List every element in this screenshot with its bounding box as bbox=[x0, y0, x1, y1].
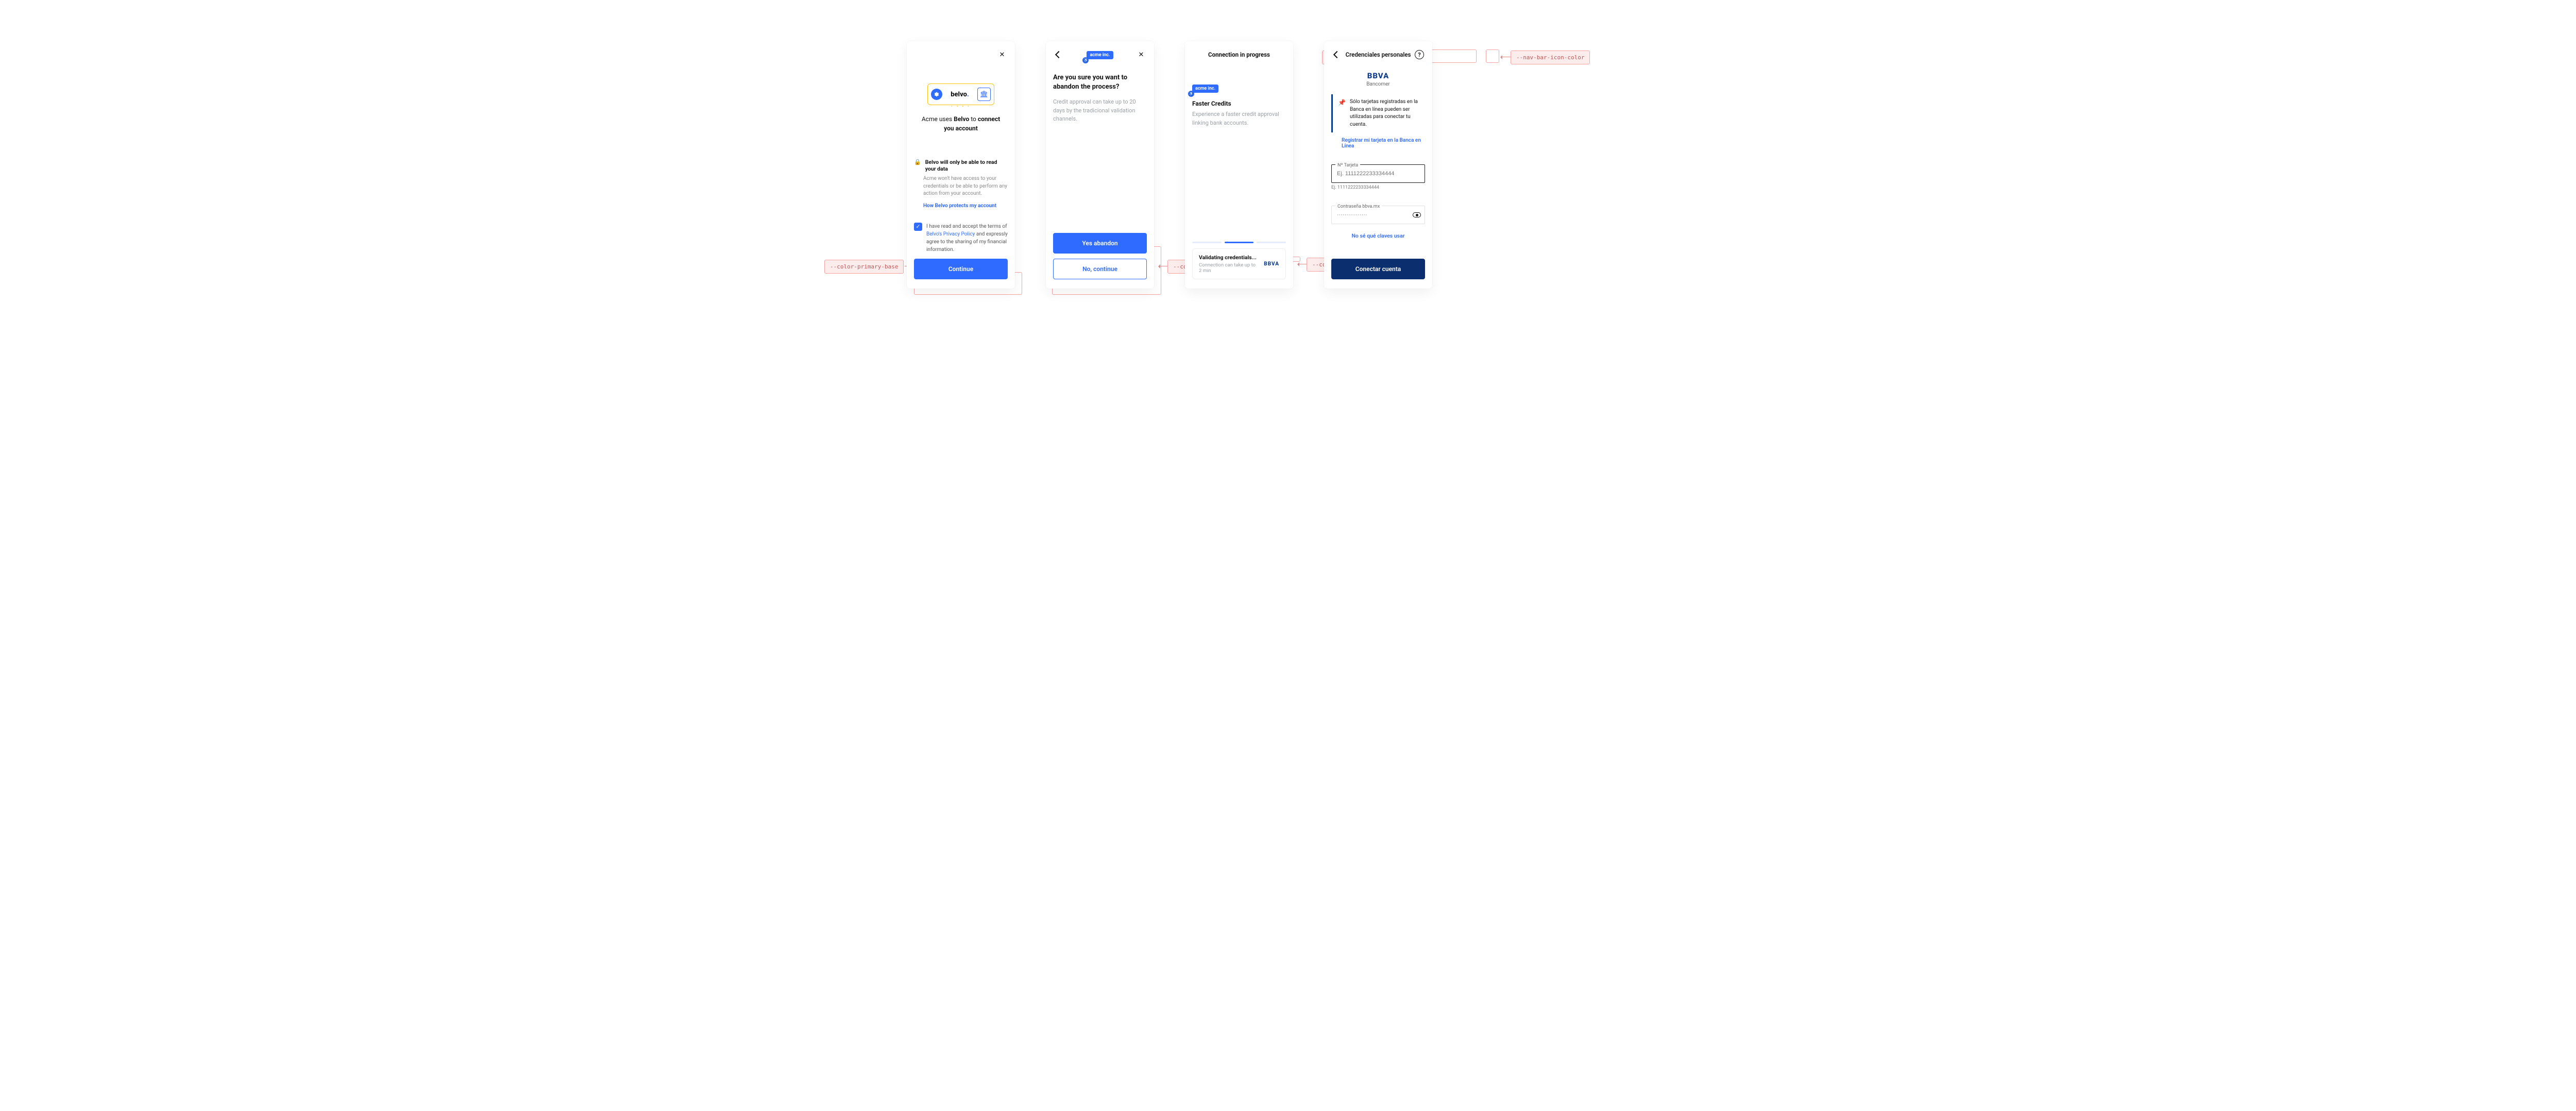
bank-logo-text: BBVA bbox=[1264, 261, 1279, 267]
brand-card: ✽ belvo 🏛 • • • • bbox=[927, 83, 994, 105]
status-card: Validating credentials... Connection can… bbox=[1192, 248, 1286, 279]
nav-title: Connection in progress bbox=[1208, 51, 1270, 58]
card-number-label: Nº Tarjeta bbox=[1335, 163, 1360, 168]
progress-segment bbox=[1192, 242, 1222, 243]
abandon-note: Credit approval can take up to 20 days b… bbox=[1053, 98, 1147, 124]
progress-heading: Faster Credits bbox=[1192, 100, 1286, 107]
nav-bar: Connection in progress bbox=[1192, 48, 1286, 61]
help-icon: ? bbox=[1415, 50, 1424, 59]
back-button[interactable] bbox=[1331, 49, 1343, 60]
register-card-link[interactable]: Registrar mi tarjeta en la Banca en Líne… bbox=[1331, 138, 1425, 149]
bank-header: BBVA Bancomer bbox=[1331, 71, 1425, 87]
progress-note: Experience a faster credit approval link… bbox=[1192, 110, 1286, 127]
screen-abandon: acme inc. Are you sure you want to aband… bbox=[1046, 41, 1154, 289]
connect-account-button[interactable]: Conectar cuenta bbox=[1331, 259, 1425, 279]
close-icon[interactable] bbox=[996, 49, 1008, 60]
toggle-password-icon[interactable] bbox=[1413, 212, 1421, 217]
abandon-no-button[interactable]: No, continue bbox=[1053, 259, 1147, 279]
nav-bar: Credenciales personales ? bbox=[1331, 48, 1425, 61]
security-heading: 🔒 Belvo will only be able to read your d… bbox=[914, 159, 1008, 172]
password-field: Contraseña bbva.mx bbox=[1331, 198, 1425, 224]
badge-text: acme inc. bbox=[1090, 53, 1110, 58]
brand-avatar-icon: ✽ bbox=[931, 89, 942, 100]
nav-left-empty bbox=[914, 49, 925, 60]
badge-dot-icon bbox=[1082, 57, 1089, 63]
lock-icon: 🔒 bbox=[914, 159, 921, 165]
abandon-yes-button[interactable]: Yes abandon bbox=[1053, 233, 1147, 254]
card-number-field: Nº Tarjeta Ej. 1111222233334444 bbox=[1331, 157, 1425, 190]
screen-consent: ✽ belvo 🏛 • • • • Acme uses Belvo to con… bbox=[907, 41, 1015, 289]
bank-icon: 🏛 bbox=[977, 88, 991, 101]
badge-text: acme inc. bbox=[1195, 86, 1215, 91]
screen-credentials: Credenciales personales ? BBVA Bancomer … bbox=[1324, 41, 1432, 289]
nav-bar bbox=[914, 48, 1008, 61]
consent-text: I have read and accept the terms of Belv… bbox=[926, 223, 1008, 254]
back-icon bbox=[1333, 51, 1341, 58]
status-subtitle: Connection can take up to 2 min bbox=[1199, 262, 1259, 274]
badge-dot-icon bbox=[1188, 91, 1194, 97]
consent-checkbox[interactable]: ✓ bbox=[914, 223, 922, 231]
text-part: Acme uses bbox=[922, 115, 954, 123]
bank-subtitle: Bancomer bbox=[1331, 81, 1425, 87]
info-text: Sólo tarjetas registradas en la Banca en… bbox=[1350, 98, 1421, 128]
security-link[interactable]: How Belvo protects my account bbox=[914, 203, 1008, 209]
progress-segment-active bbox=[1225, 242, 1254, 243]
security-heading-text: Belvo will only be able to read your dat… bbox=[925, 159, 1008, 172]
help-button[interactable]: ? bbox=[1414, 49, 1425, 60]
privacy-link[interactable]: Belvo's Privacy Policy bbox=[926, 231, 975, 237]
progress-bar bbox=[1192, 242, 1286, 243]
security-note: Acme won't have access to your credentia… bbox=[914, 175, 1008, 198]
callout-nav-icon-color: --nav-bar-icon-color bbox=[1511, 50, 1590, 64]
intro-text: Acme uses Belvo to connect you account bbox=[914, 114, 1008, 145]
progress-segment bbox=[1257, 242, 1286, 243]
text-part: to bbox=[969, 115, 978, 123]
nav-title-badge: acme inc. bbox=[1064, 50, 1136, 59]
text-part: I have read and accept the terms of bbox=[926, 224, 1007, 229]
which-keys-link[interactable]: No sé qué claves usar bbox=[1331, 232, 1425, 239]
password-label: Contraseña bbva.mx bbox=[1335, 204, 1382, 209]
text-part: Belvo bbox=[954, 115, 969, 123]
nav-bar: acme inc. bbox=[1053, 48, 1147, 61]
acme-badge: acme inc. bbox=[1087, 51, 1113, 59]
continue-button[interactable]: Continue bbox=[914, 259, 1008, 279]
acme-badge: acme inc. bbox=[1192, 85, 1218, 93]
status-title: Validating credentials... bbox=[1199, 254, 1259, 261]
info-notice: 📌 Sólo tarjetas registradas en la Banca … bbox=[1331, 94, 1425, 132]
brand-dots: • • • • bbox=[928, 104, 994, 109]
card-number-hint: Ej. 1111222233334444 bbox=[1331, 185, 1425, 190]
back-button[interactable] bbox=[1053, 49, 1064, 60]
close-icon[interactable] bbox=[1136, 49, 1147, 60]
back-icon bbox=[1055, 51, 1062, 58]
screen-progress: Connection in progress acme inc. Faster … bbox=[1185, 41, 1293, 289]
consent-row: ✓ I have read and accept the terms of Be… bbox=[914, 223, 1008, 254]
abandon-title: Are you sure you want to abandon the pro… bbox=[1053, 73, 1147, 92]
info-icon: 📌 bbox=[1338, 98, 1346, 128]
bank-logo-text: BBVA bbox=[1331, 71, 1425, 80]
brand-logo-text: belvo bbox=[951, 91, 969, 98]
nav-title: Credenciales personales bbox=[1343, 51, 1414, 58]
callout-color-primary: --color-primary-base bbox=[824, 260, 904, 274]
